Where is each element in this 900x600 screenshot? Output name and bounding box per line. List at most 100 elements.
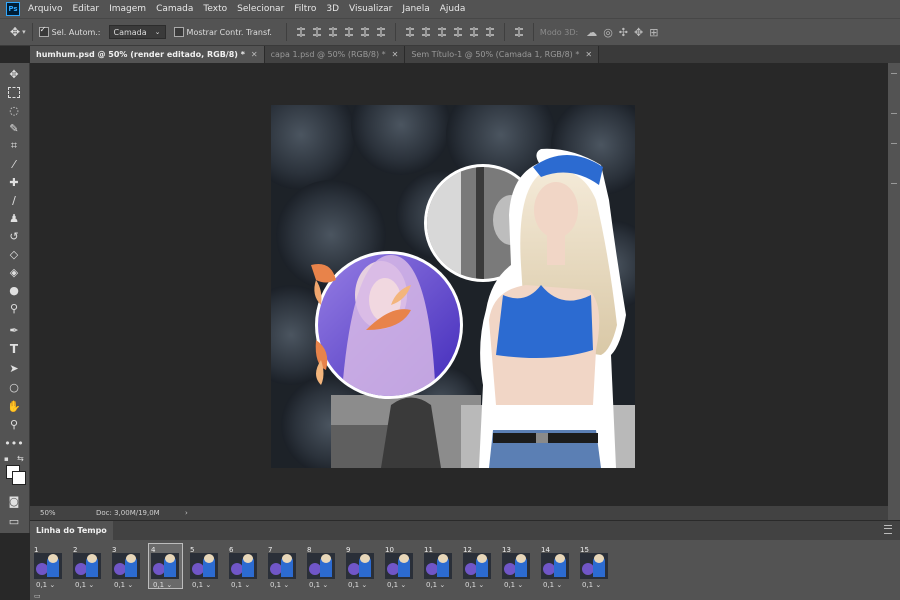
drag-3d-icon[interactable]: ✣ bbox=[619, 26, 628, 39]
move-icon[interactable]: ✥ bbox=[4, 66, 24, 82]
close-icon[interactable]: ✕ bbox=[585, 50, 592, 59]
distribute-bottom-icon[interactable] bbox=[437, 27, 447, 37]
menu-3d[interactable]: 3D bbox=[326, 4, 339, 14]
lasso-icon[interactable]: ◌ bbox=[4, 102, 24, 118]
healing-brush-icon[interactable]: ✚ bbox=[4, 174, 24, 190]
history-brush-icon[interactable]: ↺ bbox=[4, 228, 24, 244]
eyedropper-icon[interactable]: ⁄ bbox=[4, 156, 24, 172]
distribute-left-icon[interactable] bbox=[453, 27, 463, 37]
timeline-frame[interactable]: 10 0,1 ⌄ bbox=[383, 544, 416, 589]
align-hcenter-icon[interactable] bbox=[360, 27, 370, 37]
frame-delay[interactable]: 0,1 ⌄ bbox=[387, 581, 406, 589]
frame-delay[interactable]: 0,1 ⌄ bbox=[504, 581, 523, 589]
align-top-icon[interactable] bbox=[296, 27, 306, 37]
menu-filtro[interactable]: Filtro bbox=[294, 4, 316, 14]
frame-delay[interactable]: 0,1 ⌄ bbox=[582, 581, 601, 589]
frame-delay[interactable]: 0,1 ⌄ bbox=[153, 581, 172, 589]
quick-select-icon[interactable]: ✎ bbox=[4, 120, 24, 136]
distribute-right-icon[interactable] bbox=[485, 27, 495, 37]
crop-icon[interactable]: ⌗ bbox=[4, 138, 24, 154]
frame-delay[interactable]: 0,1 ⌄ bbox=[192, 581, 211, 589]
paint-bucket-icon[interactable]: ◈ bbox=[4, 264, 24, 280]
frame-delay[interactable]: 0,1 ⌄ bbox=[231, 581, 250, 589]
zoom-level[interactable]: 50% bbox=[40, 509, 80, 517]
type-icon[interactable]: T bbox=[4, 341, 24, 357]
timeline-frame[interactable]: 3 0,1 ⌄ bbox=[110, 544, 143, 589]
more-tools-icon[interactable]: ••• bbox=[4, 435, 24, 451]
screen-mode-icon[interactable]: ▭ bbox=[4, 513, 24, 529]
timeline-frame[interactable]: 12 0,1 ⌄ bbox=[461, 544, 494, 589]
tab-humhum[interactable]: humhum.psd @ 50% (render editado, RGB/8)… bbox=[30, 46, 265, 63]
close-icon[interactable]: ✕ bbox=[251, 50, 258, 59]
timeline-frame[interactable]: 13 0,1 ⌄ bbox=[500, 544, 533, 589]
menu-ajuda[interactable]: Ajuda bbox=[440, 4, 466, 14]
pen-icon[interactable]: ✒ bbox=[4, 322, 24, 338]
move-tool-icon[interactable]: ✥ bbox=[10, 25, 20, 39]
timeline-frame[interactable]: 9 0,1 ⌄ bbox=[344, 544, 377, 589]
close-icon[interactable]: ✕ bbox=[392, 50, 399, 59]
slide-3d-icon[interactable]: ✥ bbox=[634, 26, 643, 39]
frame-delay[interactable]: 0,1 ⌄ bbox=[543, 581, 562, 589]
menu-selecionar[interactable]: Selecionar bbox=[237, 4, 284, 14]
menu-arquivo[interactable]: Arquivo bbox=[28, 4, 62, 14]
brush-icon[interactable]: ∕ bbox=[4, 192, 24, 208]
align-bottom-icon[interactable] bbox=[328, 27, 338, 37]
frame-delay[interactable]: 0,1 ⌄ bbox=[426, 581, 445, 589]
hand-icon[interactable]: ✋ bbox=[4, 398, 24, 414]
swap-colors-icon[interactable]: ⇆ bbox=[17, 454, 24, 463]
quick-mask-icon[interactable]: ◙ bbox=[4, 493, 24, 509]
tab-capa1[interactable]: capa 1.psd @ 50% (RGB/8) * ✕ bbox=[264, 46, 406, 63]
auto-select-target-dropdown[interactable]: Camada ⌄ bbox=[108, 25, 166, 39]
timeline-frame[interactable]: 2 0,1 ⌄ bbox=[71, 544, 104, 589]
timeline-frame[interactable]: 6 0,1 ⌄ bbox=[227, 544, 260, 589]
clone-stamp-icon[interactable]: ♟ bbox=[4, 210, 24, 226]
timeline-frame[interactable]: 5 0,1 ⌄ bbox=[188, 544, 221, 589]
frame-delay[interactable]: 0,1 ⌄ bbox=[348, 581, 367, 589]
right-panel-collapsed[interactable] bbox=[888, 63, 900, 533]
align-left-icon[interactable] bbox=[344, 27, 354, 37]
distribute-vcenter-icon[interactable] bbox=[421, 27, 431, 37]
path-select-icon[interactable]: ➤ bbox=[4, 360, 24, 376]
frame-delay[interactable]: 0,1 ⌄ bbox=[114, 581, 133, 589]
menu-janela[interactable]: Janela bbox=[402, 4, 429, 14]
loop-options-icon[interactable]: ▭ bbox=[34, 592, 41, 600]
menu-texto[interactable]: Texto bbox=[203, 4, 227, 14]
timeline-tab[interactable]: Linha do Tempo bbox=[30, 520, 113, 541]
frame-delay[interactable]: 0,1 ⌄ bbox=[465, 581, 484, 589]
status-menu-arrow[interactable]: › bbox=[185, 509, 188, 517]
blur-icon[interactable]: ● bbox=[4, 282, 24, 298]
default-colors-icon[interactable]: ▪ bbox=[4, 455, 9, 463]
roll-3d-icon[interactable]: ◎ bbox=[603, 26, 613, 39]
show-transform-checkbox[interactable] bbox=[173, 27, 184, 37]
frame-delay[interactable]: 0,1 ⌄ bbox=[309, 581, 328, 589]
ellipse-icon[interactable]: ○ bbox=[4, 379, 24, 395]
scale-3d-icon[interactable]: ⊞ bbox=[649, 26, 658, 39]
background-color-swatch[interactable] bbox=[12, 471, 26, 485]
align-vcenter-icon[interactable] bbox=[312, 27, 322, 37]
auto-select-checkbox[interactable] bbox=[38, 25, 49, 37]
menu-camada[interactable]: Camada bbox=[156, 4, 193, 14]
frame-delay[interactable]: 0,1 ⌄ bbox=[75, 581, 94, 589]
menu-imagem[interactable]: Imagem bbox=[109, 4, 146, 14]
tool-preset-chevron-icon[interactable]: ▾ bbox=[22, 28, 26, 36]
timeline-frame[interactable]: 11 0,1 ⌄ bbox=[422, 544, 455, 589]
auto-align-layers-icon[interactable] bbox=[514, 27, 524, 37]
timeline-frame[interactable]: 14 0,1 ⌄ bbox=[539, 544, 572, 589]
timeline-frame[interactable]: 15 0,1 ⌄ bbox=[578, 544, 611, 589]
timeline-frame[interactable]: 4 0,1 ⌄ bbox=[148, 543, 183, 589]
color-swatches[interactable]: ▪ ⇆ bbox=[4, 454, 26, 487]
document-canvas[interactable] bbox=[271, 105, 635, 468]
panel-menu-icon[interactable] bbox=[884, 525, 892, 534]
menu-editar[interactable]: Editar bbox=[72, 4, 99, 14]
tab-sem-titulo[interactable]: Sem Título-1 @ 50% (Camada 1, RGB/8) * ✕ bbox=[405, 46, 600, 63]
distribute-top-icon[interactable] bbox=[405, 27, 415, 37]
timeline-frame[interactable]: 1 0,1 ⌄ bbox=[32, 544, 65, 589]
frame-delay[interactable]: 0,1 ⌄ bbox=[36, 581, 55, 589]
menu-visualizar[interactable]: Visualizar bbox=[349, 4, 392, 14]
timeline-frame[interactable]: 7 0,1 ⌄ bbox=[266, 544, 299, 589]
frame-delay[interactable]: 0,1 ⌄ bbox=[270, 581, 289, 589]
orbit-3d-icon[interactable]: ☁ bbox=[586, 26, 597, 39]
timeline-frame[interactable]: 8 0,1 ⌄ bbox=[305, 544, 338, 589]
align-right-icon[interactable] bbox=[376, 27, 386, 37]
dodge-icon[interactable]: ⚲ bbox=[4, 300, 24, 316]
